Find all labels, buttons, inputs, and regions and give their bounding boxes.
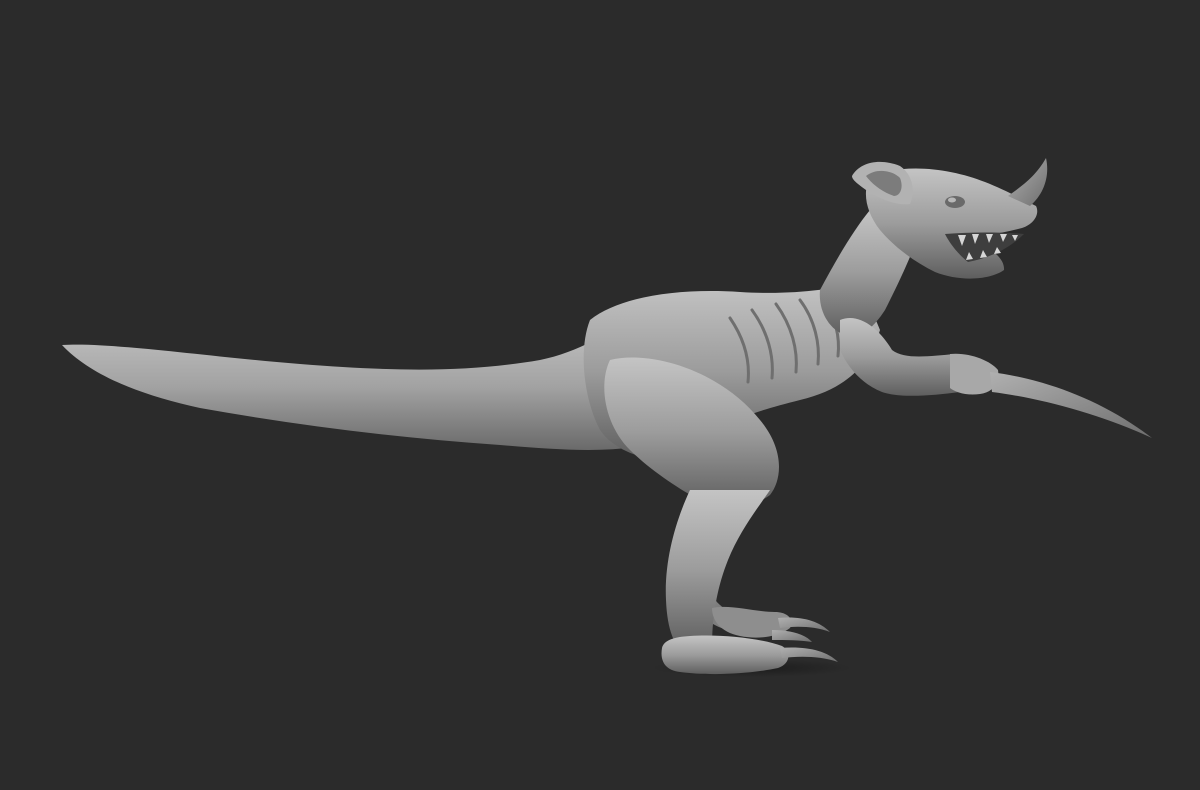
sculpt-viewport[interactable] <box>0 0 1200 790</box>
viewport-canvas[interactable] <box>0 0 1200 790</box>
creature-eye <box>945 196 965 208</box>
creature-eye-highlight <box>948 197 956 203</box>
